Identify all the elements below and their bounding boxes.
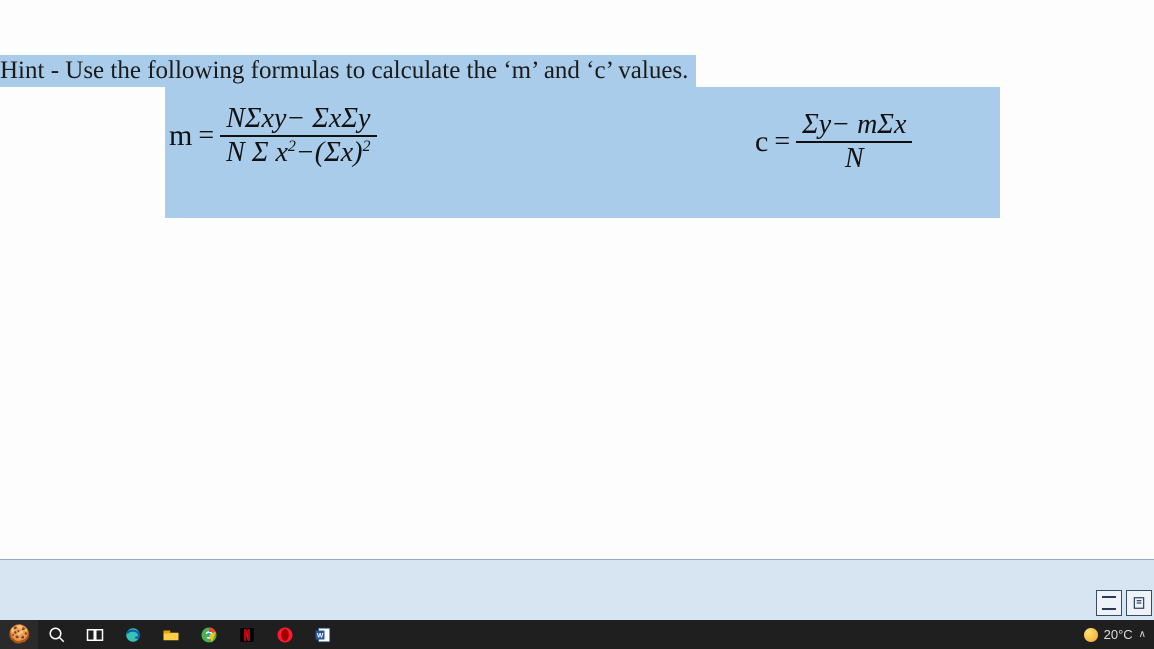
c-equals: = [768,126,796,158]
netflix-icon [238,626,256,644]
hint-text: Hint - Use the following formulas to cal… [0,57,688,85]
chrome-icon [200,626,218,644]
c-fraction: Σy− mΣx N [796,111,912,173]
c-denominator: N [796,143,912,173]
opera-icon [276,626,294,644]
m-fraction: NΣxy− ΣxΣy N Σ x2−(Σx)2 [220,105,376,167]
formula-m: m = NΣxy− ΣxΣy N Σ x2−(Σx)2 [169,105,377,167]
m-denominator: N Σ x2−(Σx)2 [220,137,376,167]
taskbar-right: 20°C ∧ [1084,627,1154,642]
opera-button[interactable] [266,620,304,649]
edge-button[interactable] [114,620,152,649]
task-view-button[interactable] [76,620,114,649]
taskview-icon [86,626,104,644]
cookie-icon: 🍪 [8,624,30,645]
news-widget[interactable]: 🍪 [0,620,38,649]
hint-selection: Hint - Use the following formulas to cal… [0,55,696,87]
read-mode-icon[interactable] [1096,590,1122,616]
c-numerator: Σy− mΣx [796,111,912,143]
word-icon: W [314,626,332,644]
c-lhs: c [755,125,768,159]
svg-text:W: W [317,632,324,639]
print-layout-icon[interactable] [1126,590,1152,616]
m-numerator: NΣxy− ΣxΣy [220,105,376,137]
search-button[interactable] [38,620,76,649]
view-controls [1094,586,1154,620]
windows-taskbar: 🍪 W [0,620,1154,649]
formula-c: c = Σy− mΣx N [755,111,912,173]
chrome-button[interactable] [190,620,228,649]
search-icon [48,626,66,644]
tray-caret[interactable]: ∧ [1139,629,1146,640]
word-status-bar [0,559,1154,620]
weather-temp[interactable]: 20°C [1104,627,1133,642]
explorer-icon [162,626,180,644]
explorer-button[interactable] [152,620,190,649]
document-page: Hint - Use the following formulas to cal… [0,0,1154,649]
formula-selection: m = NΣxy− ΣxΣy N Σ x2−(Σx)2 c = Σy− mΣx … [165,87,1000,218]
m-equals: = [192,120,220,152]
taskbar-left: 🍪 W [0,620,342,649]
edge-icon [124,626,142,644]
m-lhs: m [169,119,192,153]
weather-icon[interactable] [1084,628,1098,642]
netflix-button[interactable] [228,620,266,649]
word-button[interactable]: W [304,620,342,649]
